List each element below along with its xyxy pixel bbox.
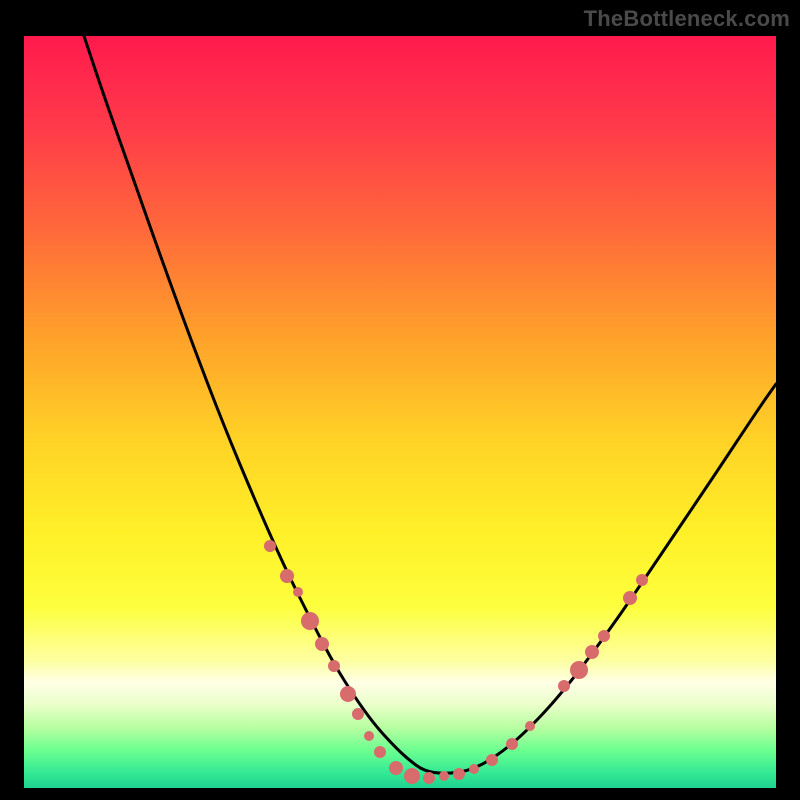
curve-marker <box>328 660 340 672</box>
curve-marker <box>525 721 535 731</box>
curve-marker <box>558 680 570 692</box>
curve-marker <box>364 731 374 741</box>
curve-marker <box>374 746 386 758</box>
chart-plot <box>24 36 776 788</box>
curve-marker <box>404 768 420 784</box>
curve-marker <box>352 708 364 720</box>
curve-marker <box>469 764 479 774</box>
curve-markers <box>264 540 648 784</box>
curve-marker <box>598 630 610 642</box>
curve-marker <box>506 738 518 750</box>
curve-line <box>84 36 776 773</box>
curve-marker <box>623 591 637 605</box>
curve-marker <box>453 768 465 780</box>
curve-marker <box>340 686 356 702</box>
curve-marker <box>585 645 599 659</box>
curve-marker <box>264 540 276 552</box>
watermark-text: TheBottleneck.com <box>584 6 790 32</box>
curve-marker <box>439 771 449 781</box>
curve-marker <box>570 661 588 679</box>
curve-marker <box>301 612 319 630</box>
curve-marker <box>486 754 498 766</box>
chart-frame <box>24 36 776 788</box>
curve-marker <box>423 772 435 784</box>
curve-marker <box>293 587 303 597</box>
curve-marker <box>315 637 329 651</box>
curve-marker <box>636 574 648 586</box>
curve-marker <box>280 569 294 583</box>
curve-marker <box>389 761 403 775</box>
